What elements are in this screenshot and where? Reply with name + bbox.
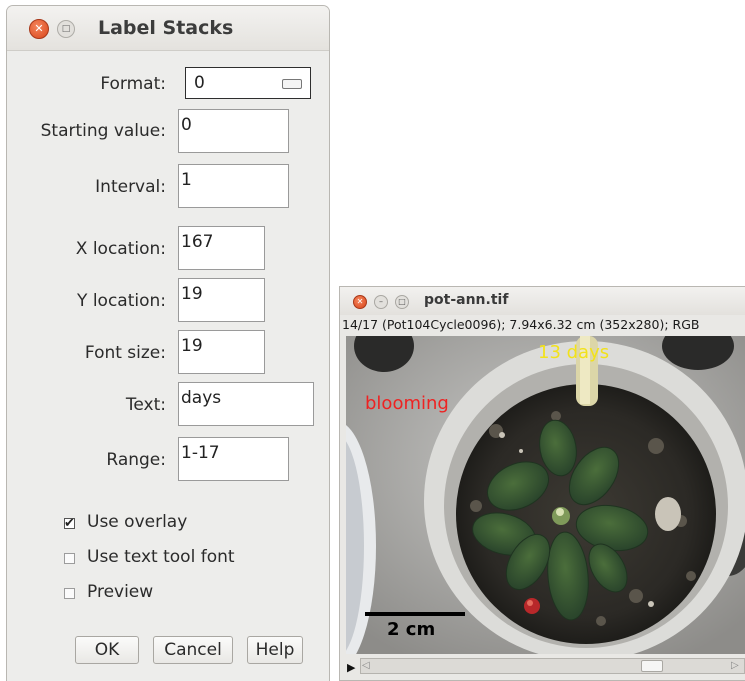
dialog-title: Label Stacks <box>98 17 234 39</box>
text-input[interactable]: days <box>178 382 314 426</box>
use-overlay-label[interactable]: Use overlay <box>87 512 187 532</box>
use-text-tool-font-label[interactable]: Use text tool font <box>87 547 235 567</box>
stack-slider[interactable]: ◁ ▷ <box>360 658 745 674</box>
maximize-icon[interactable]: □ <box>57 20 75 38</box>
y-location-label: Y location: <box>77 291 166 311</box>
close-icon[interactable]: ✕ <box>353 295 367 309</box>
image-window-title: pot-ann.tif <box>424 292 509 308</box>
scale-bar-label: 2 cm <box>387 619 436 640</box>
preview-label[interactable]: Preview <box>87 582 153 602</box>
annotation-overlay: blooming <box>365 393 449 414</box>
label-stacks-dialog: ✕ □ Label Stacks Format: 0 Starting valu… <box>6 5 330 681</box>
y-location-input[interactable]: 19 <box>178 278 265 322</box>
plant-photo <box>346 336 745 654</box>
image-window-titlebar: ✕ – □ pot-ann.tif <box>340 287 745 315</box>
maximize-icon[interactable]: □ <box>395 295 409 309</box>
image-canvas[interactable]: 13 days blooming 2 cm <box>346 336 745 654</box>
dropdown-icon <box>282 79 302 89</box>
preview-checkbox[interactable] <box>64 588 75 599</box>
x-location-input[interactable]: 167 <box>178 226 265 270</box>
minimize-icon[interactable]: – <box>374 295 388 309</box>
ok-button[interactable]: OK <box>75 636 139 664</box>
scale-bar <box>365 612 465 616</box>
close-icon[interactable]: ✕ <box>29 19 49 39</box>
cancel-button[interactable]: Cancel <box>153 636 233 664</box>
image-info-bar: 14/17 (Pot104Cycle0096); 7.94x6.32 cm (3… <box>342 317 700 332</box>
starting-value-input[interactable]: 0 <box>178 109 289 153</box>
starting-value-label: Starting value: <box>40 121 166 141</box>
font-size-label: Font size: <box>84 343 166 363</box>
format-select[interactable]: 0 <box>185 67 311 99</box>
help-button[interactable]: Help <box>247 636 303 664</box>
play-icon[interactable]: ▶ <box>347 661 355 674</box>
dialog-titlebar: ✕ □ Label Stacks <box>7 6 329 51</box>
use-text-tool-font-checkbox[interactable] <box>64 553 75 564</box>
format-value: 0 <box>194 73 205 93</box>
range-label: Range: <box>106 450 166 470</box>
frame-label-overlay: 13 days <box>538 342 610 363</box>
use-overlay-checkbox[interactable]: ✔ <box>64 516 75 531</box>
scroll-right-icon[interactable]: ▷ <box>731 660 743 672</box>
font-size-input[interactable]: 19 <box>178 330 265 374</box>
text-label: Text: <box>125 395 166 415</box>
interval-label: Interval: <box>95 177 166 197</box>
x-location-label: X location: <box>75 239 166 259</box>
interval-input[interactable]: 1 <box>178 164 289 208</box>
image-window: ✕ – □ pot-ann.tif 14/17 (Pot104Cycle0096… <box>339 286 745 681</box>
checkmark-icon: ✔ <box>64 516 75 531</box>
slider-thumb[interactable] <box>641 660 663 672</box>
range-input[interactable]: 1-17 <box>178 437 289 481</box>
scroll-left-icon[interactable]: ◁ <box>362 660 374 672</box>
format-label: Format: <box>100 74 166 94</box>
